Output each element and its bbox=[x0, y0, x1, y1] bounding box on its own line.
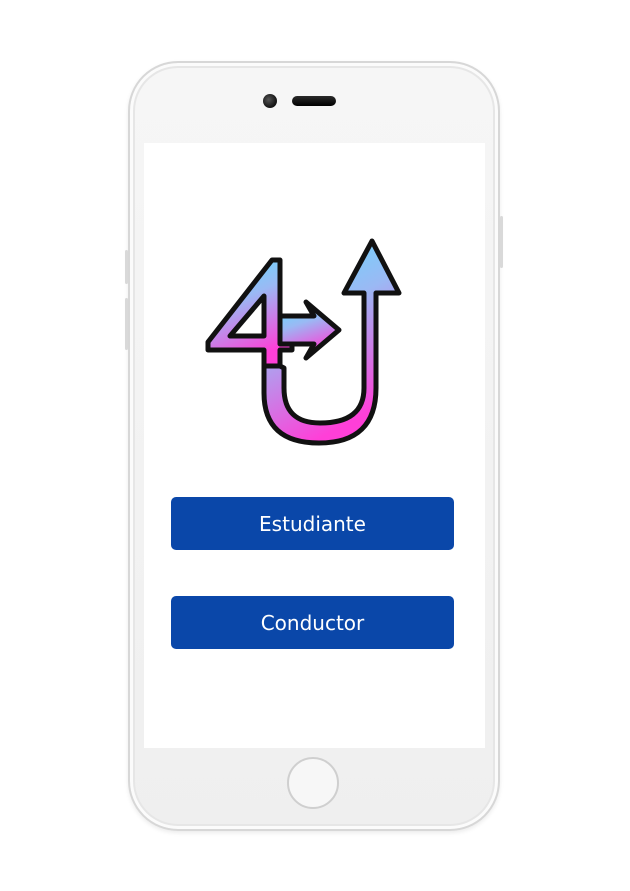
speaker-grille bbox=[292, 96, 336, 106]
side-button-left bbox=[125, 250, 128, 284]
driver-button[interactable]: Conductor bbox=[171, 596, 454, 649]
student-button[interactable]: Estudiante bbox=[171, 497, 454, 550]
home-button[interactable] bbox=[287, 757, 339, 809]
side-button-left-lower bbox=[125, 298, 128, 350]
side-button-right bbox=[500, 216, 503, 268]
front-camera-icon bbox=[263, 94, 277, 108]
4u-arrow-logo-icon bbox=[205, 238, 402, 446]
app-screen: Estudiante Conductor bbox=[144, 143, 485, 748]
stage: Estudiante Conductor bbox=[0, 0, 630, 891]
